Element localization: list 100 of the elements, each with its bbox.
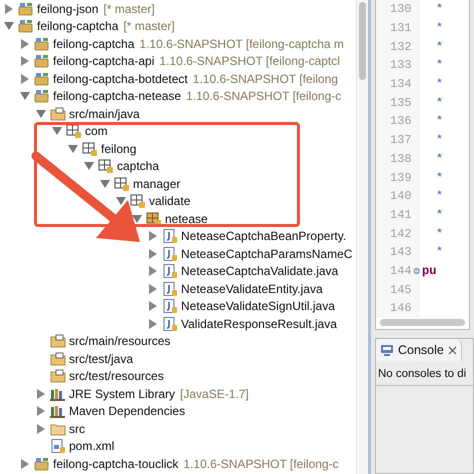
expand-arrow-icon[interactable]: [19, 458, 31, 469]
tree-item-decoration: 1.10.6-SNAPSHOT [feilong-captcha m: [139, 36, 344, 52]
collapse-arrow-icon[interactable]: [83, 161, 95, 172]
line-number: 137: [390, 132, 412, 150]
java-file-icon: [162, 282, 178, 296]
line-number: 141: [390, 206, 412, 224]
collapse-arrow-icon[interactable]: [51, 126, 63, 136]
line-number: 143: [390, 244, 412, 262]
line-number: 135: [390, 94, 412, 112]
tree-item-label[interactable]: src/main/java: [69, 106, 140, 122]
collapse-arrow-icon[interactable]: [67, 144, 79, 154]
console-tab[interactable]: Console: [376, 339, 462, 361]
tree-item-label[interactable]: src: [69, 420, 85, 437]
package-icon: [146, 212, 162, 226]
line-number: 131: [390, 20, 412, 38]
collapse-arrow-icon[interactable]: [35, 108, 47, 119]
line-number: 136: [390, 113, 412, 130]
expand-arrow-icon[interactable]: [19, 74, 31, 84]
collapse-arrow-icon[interactable]: [19, 91, 31, 102]
expand-arrow-icon[interactable]: [147, 231, 159, 242]
collapse-arrow-icon[interactable]: [115, 196, 127, 206]
package-icon: [82, 142, 98, 156]
expand-arrow-icon[interactable]: [147, 266, 159, 276]
scrollbar-thumb[interactable]: [359, 2, 366, 80]
tree-item-decoration: [JavaSE-1.7]: [180, 386, 249, 402]
tree-item-label[interactable]: feilong-captcha-netease: [53, 88, 182, 104]
source-folder-icon: [50, 106, 66, 121]
tree-item-label[interactable]: captcha: [117, 158, 160, 174]
expand-arrow-icon[interactable]: [147, 301, 159, 312]
code-text: *: [436, 20, 444, 38]
tree-item-decoration: 1.10.6-SNAPSHOT [feilong-c: [183, 456, 339, 472]
tree-item-label[interactable]: feilong-captcha: [53, 36, 134, 52]
tree-item-label[interactable]: feilong-json: [37, 0, 98, 17]
tree-item-label[interactable]: feilong-captcha-botdetect: [53, 70, 188, 87]
package-icon: [114, 176, 130, 191]
tree-item-label[interactable]: pom.xml: [69, 438, 114, 454]
library-icon: [50, 404, 66, 418]
tree-item-label[interactable]: feilong: [101, 140, 136, 157]
collapse-arrow-icon[interactable]: [3, 21, 15, 32]
tree-item-label[interactable]: validate: [149, 193, 190, 210]
collapse-arrow-icon[interactable]: [131, 214, 143, 224]
line-number: 130: [390, 1, 412, 18]
code-text: *: [436, 113, 444, 130]
fold-icon[interactable]: [412, 266, 420, 275]
tree-item-label[interactable]: NeteaseCaptchaValidate.java: [181, 263, 338, 280]
source-folder-icon: [50, 334, 66, 348]
source-folder-icon: [50, 369, 66, 384]
tree-item-label[interactable]: NeteaseCaptchaBeanProperty.: [181, 228, 346, 244]
tree-item-label[interactable]: JRE System Library: [69, 386, 176, 402]
project-icon: [18, 19, 34, 34]
code-text: *: [436, 150, 444, 168]
tree-item-decoration: [* master]: [123, 18, 175, 34]
code-text: *: [436, 244, 444, 262]
project-icon: [34, 89, 50, 104]
code-text: *: [436, 57, 444, 74]
close-icon[interactable]: [448, 346, 457, 354]
java-file-icon: [162, 316, 178, 331]
expand-arrow-icon[interactable]: [35, 406, 47, 416]
code-text: *: [436, 38, 444, 56]
package-icon: [98, 159, 114, 174]
java-file-icon: [162, 299, 178, 314]
tree-item-label[interactable]: feilong-captcha-api: [53, 53, 154, 70]
tree-item-label[interactable]: feilong-captcha-touclick: [53, 456, 178, 472]
code-text: *: [436, 76, 444, 94]
expand-arrow-icon[interactable]: [19, 38, 31, 49]
expand-arrow-icon[interactable]: [147, 318, 159, 329]
tree-item-label[interactable]: ValidateResponseResult.java: [181, 316, 337, 332]
tree-item-label[interactable]: com: [85, 123, 108, 140]
project-icon: [34, 456, 50, 471]
tree-item-label[interactable]: Maven Dependencies: [69, 403, 186, 420]
horizontal-scrollbar-thumb[interactable]: [380, 319, 465, 326]
tree-item-decoration: 1.10.6-SNAPSHOT [feilong-c: [186, 88, 342, 104]
code-text: *: [436, 94, 444, 112]
expand-arrow-icon[interactable]: [147, 248, 159, 259]
expand-arrow-icon[interactable]: [3, 4, 15, 14]
tree-item-label[interactable]: feilong-captcha: [37, 18, 118, 34]
line-number: 140: [390, 188, 412, 206]
tree-item-label[interactable]: NeteaseValidateEntity.java: [181, 280, 323, 297]
expand-arrow-icon[interactable]: [147, 284, 159, 294]
tree-item-label[interactable]: NeteaseValidateSignUtil.java: [181, 298, 335, 314]
console-message: No consoles to di: [378, 368, 466, 380]
source-folder-icon: [50, 352, 66, 366]
line-number: 138: [390, 150, 412, 168]
collapse-arrow-icon[interactable]: [99, 178, 111, 189]
tree-item-label[interactable]: src/test/java: [69, 350, 134, 367]
code-text: pu: [422, 262, 436, 280]
library-icon: [50, 386, 66, 401]
expand-arrow-icon[interactable]: [35, 424, 47, 434]
tree-item-label[interactable]: manager: [133, 176, 180, 192]
tree-item-label[interactable]: src/test/resources: [69, 368, 164, 384]
expand-arrow-icon[interactable]: [19, 56, 31, 66]
tree-item-label[interactable]: netease: [165, 210, 208, 227]
monitor-icon: [380, 344, 394, 356]
code-text: *: [436, 206, 444, 224]
line-number: 144: [390, 262, 412, 280]
project-icon: [34, 72, 50, 86]
tree-item-label[interactable]: src/main/resources: [69, 333, 170, 350]
line-number: 134: [390, 76, 412, 94]
expand-arrow-icon[interactable]: [35, 388, 47, 399]
tree-item-label[interactable]: NeteaseCaptchaParamsNameC: [181, 246, 352, 262]
